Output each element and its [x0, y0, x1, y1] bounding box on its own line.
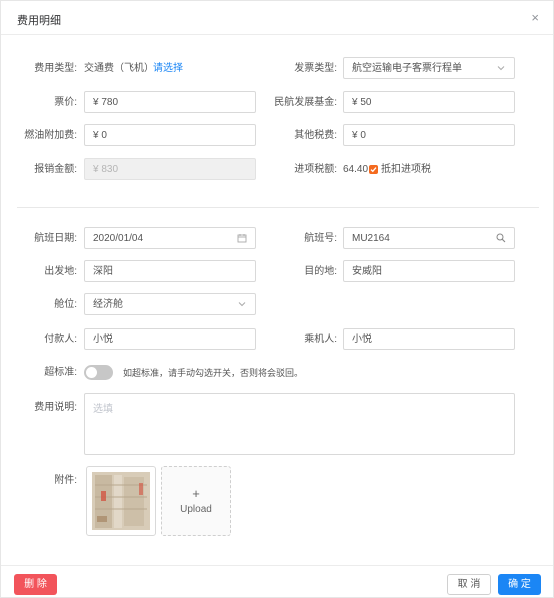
caac-fund-value: ¥ 50 [352, 97, 372, 108]
chevron-down-icon [495, 62, 507, 74]
payer-label: 付款人: [44, 334, 77, 345]
invoice-type-label: 发票类型: [294, 63, 337, 74]
payer-value: 小悦 [93, 334, 113, 345]
invoice-type-value: 航空运输电子客票行程单 [352, 63, 462, 74]
dialog-title: 费用明细 [17, 15, 61, 27]
fuel-surcharge-input[interactable]: ¥ 0 [84, 124, 256, 146]
dialog-footer: 删 除 取 消 确 定 [1, 565, 553, 598]
cabin-select[interactable]: 经济舱 [84, 293, 256, 315]
fuel-surcharge-label: 燃油附加费: [24, 130, 77, 141]
expense-desc-placeholder: 选填 [93, 404, 113, 415]
plus-icon: + [192, 486, 200, 501]
over-standard-switch[interactable] [84, 365, 113, 380]
flight-no-label: 航班号: [304, 233, 337, 244]
flight-date-value: 2020/01/04 [93, 233, 144, 244]
upload-button[interactable]: + Upload [161, 466, 231, 536]
receipt-image-icon [92, 472, 150, 530]
flight-date-label: 航班日期: [34, 233, 77, 244]
passenger-label: 乘机人: [304, 334, 337, 345]
attachment-thumbnail[interactable] [86, 466, 156, 536]
search-icon[interactable] [495, 232, 507, 244]
calendar-icon [236, 232, 248, 244]
invoice-type-select[interactable]: 航空运输电子客票行程单 [343, 57, 515, 79]
select-expense-type-link[interactable]: 请选择 [153, 63, 183, 75]
flight-date-picker[interactable]: 2020/01/04 [84, 227, 256, 249]
section-divider [17, 207, 539, 208]
caac-fund-input[interactable]: ¥ 50 [343, 91, 515, 113]
expense-type-label: 费用类型: [34, 63, 77, 74]
confirm-button[interactable]: 确 定 [498, 574, 541, 595]
deduct-input-tax-checkbox[interactable] [369, 165, 378, 174]
departure-input[interactable]: 深阳 [84, 260, 256, 282]
payer-input[interactable]: 小悦 [84, 328, 256, 350]
reimburse-amount-label: 报销金额: [34, 164, 77, 175]
fare-label: 票价: [54, 97, 77, 108]
departure-value: 深阳 [93, 266, 113, 277]
expense-detail-dialog: 费用明细 × 费用类型: 交通费（飞机） 请选择 发票类型: 航空运输电子客票行… [0, 0, 554, 598]
deduct-input-tax-label[interactable]: 抵扣进项税 [381, 164, 431, 176]
close-icon[interactable]: × [531, 11, 539, 24]
destination-label: 目的地: [304, 266, 337, 277]
input-tax-label: 进项税额: [294, 164, 337, 175]
over-standard-label: 超标准: [44, 367, 77, 378]
fare-input[interactable]: ¥ 780 [84, 91, 256, 113]
destination-value: 安威阳 [352, 266, 382, 277]
dialog-header: 费用明细 × [1, 1, 553, 35]
switch-knob [86, 367, 97, 378]
reimburse-amount-input: ¥ 830 [84, 158, 256, 180]
passenger-value: 小悦 [352, 334, 372, 345]
input-tax-value: 64.40 [343, 164, 369, 175]
cabin-value: 经济舱 [93, 299, 123, 310]
passenger-input[interactable]: 小悦 [343, 328, 515, 350]
delete-button[interactable]: 删 除 [14, 574, 57, 595]
other-tax-value: ¥ 0 [352, 130, 366, 141]
caac-fund-label: 民航发展基金: [274, 97, 337, 108]
over-standard-hint: 如超标准，请手动勾选开关，否则将会驳回。 [123, 368, 304, 378]
expense-desc-textarea[interactable]: 选填 [84, 393, 515, 455]
check-icon [370, 167, 377, 173]
other-tax-input[interactable]: ¥ 0 [343, 124, 515, 146]
reimburse-amount-value: ¥ 830 [93, 164, 119, 175]
flight-no-input[interactable]: MU2164 [343, 227, 515, 249]
attachment-label: 附件: [54, 475, 77, 486]
expense-desc-label: 费用说明: [34, 402, 77, 413]
fuel-surcharge-value: ¥ 0 [93, 130, 107, 141]
other-tax-label: 其他税费: [294, 130, 337, 141]
expense-type-value: 交通费（飞机） [84, 63, 154, 74]
upload-label: Upload [180, 504, 212, 515]
destination-input[interactable]: 安威阳 [343, 260, 515, 282]
chevron-down-icon [236, 298, 248, 310]
departure-label: 出发地: [44, 266, 77, 277]
flight-no-value: MU2164 [352, 233, 390, 244]
fare-value: ¥ 780 [93, 97, 119, 108]
cancel-button[interactable]: 取 消 [447, 574, 491, 595]
cabin-label: 舱位: [54, 299, 77, 310]
